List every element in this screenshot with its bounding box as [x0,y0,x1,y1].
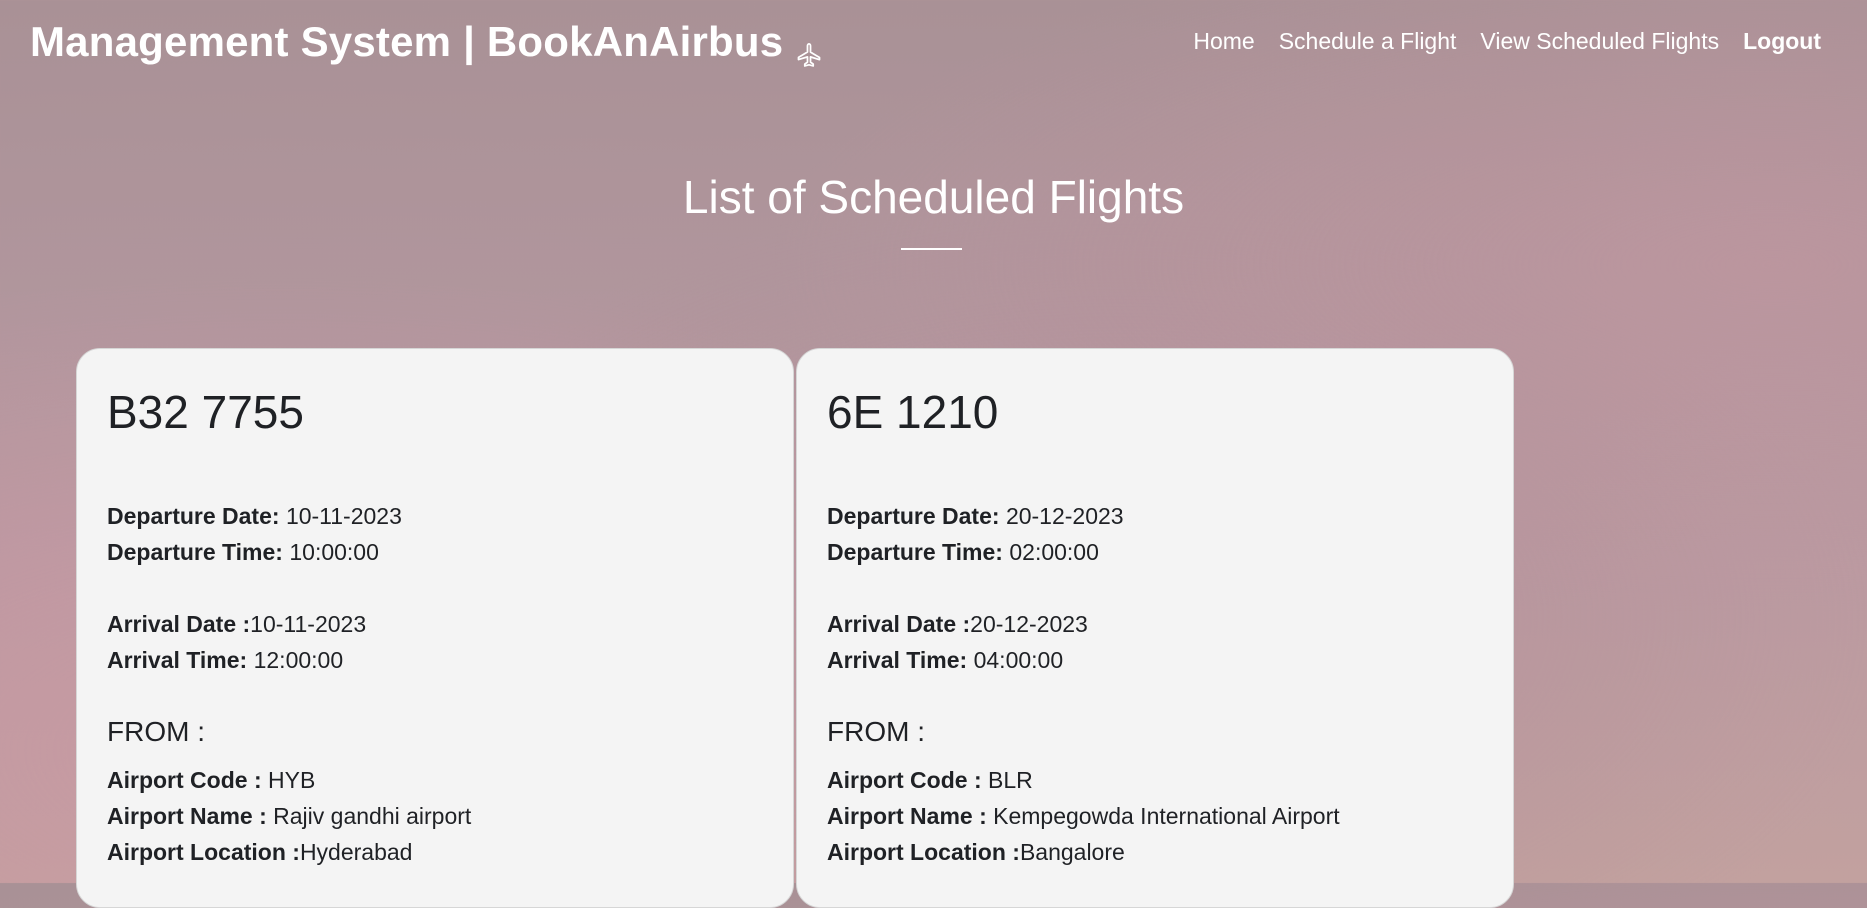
airport-location-label: Airport Location : [827,839,1020,865]
arrival-time-label: Arrival Time: [827,647,968,673]
title-divider [901,248,962,250]
airport-code-label: Airport Code : [827,767,982,793]
arrival-time-row: Arrival Time: 12:00:00 [107,642,763,678]
airport-code-row: Airport Code : BLR [827,762,1483,798]
airport-code-row: Airport Code : HYB [107,762,763,798]
page-title: List of Scheduled Flights [682,171,1185,223]
arrival-time-value: 12:00:00 [253,647,344,673]
navbar: Management System | BookAnAirbus Home Sc… [0,0,1867,92]
from-heading: FROM : [827,716,925,747]
flight-number: B32 7755 [107,386,304,438]
flight-card: B32 7755 Departure Date: 10-11-2023 Depa… [76,348,794,908]
flight-number: 6E 1210 [827,386,999,438]
departure-time-value: 02:00:00 [1009,539,1099,565]
arrival-date-value: 10-11-2023 [250,611,367,637]
airport-location-value: Hyderabad [299,839,413,865]
airport-location-value: Bangalore [1019,839,1125,865]
nav-link-logout[interactable]: Logout [1743,28,1821,55]
departure-time-row: Departure Time: 02:00:00 [827,534,1483,570]
brand[interactable]: Management System | BookAnAirbus [30,18,823,67]
departure-date-value: 20-12-2023 [1005,503,1124,529]
arrival-time-row: Arrival Time: 04:00:00 [827,642,1483,678]
airport-name-row: Airport Name : Rajiv gandhi airport [107,798,763,834]
flight-card: 6E 1210 Departure Date: 20-12-2023 Depar… [796,348,1514,908]
arrival-date-row: Arrival Date :10-11-2023 [107,606,763,642]
airport-code-value: HYB [268,767,316,793]
departure-time-row: Departure Time: 10:00:00 [107,534,763,570]
arrival-date-row: Arrival Date :20-12-2023 [827,606,1483,642]
nav-link-schedule-flight[interactable]: Schedule a Flight [1279,28,1457,55]
departure-date-value: 10-11-2023 [285,503,402,529]
from-heading: FROM : [107,716,205,747]
airport-code-value: BLR [988,767,1033,793]
departure-date-label: Departure Date: [827,503,1000,529]
departure-date-row: Departure Date: 10-11-2023 [107,498,763,534]
airplane-icon [795,31,823,67]
arrival-time-value: 04:00:00 [973,647,1064,673]
departure-date-row: Departure Date: 20-12-2023 [827,498,1483,534]
departure-time-value: 10:00:00 [289,539,379,565]
arrival-date-label: Arrival Date : [827,611,971,637]
airport-name-label: Airport Name : [107,803,267,829]
departure-time-label: Departure Time: [107,539,283,565]
airport-name-row: Airport Name : Kempegowda International … [827,798,1483,834]
brand-title[interactable]: Management System | BookAnAirbus [30,18,783,66]
arrival-date-label: Arrival Date : [107,611,251,637]
nav-link-home[interactable]: Home [1193,28,1254,55]
nav-link-view-scheduled-flights[interactable]: View Scheduled Flights [1480,28,1719,55]
departure-date-label: Departure Date: [107,503,280,529]
airport-code-label: Airport Code : [107,767,262,793]
nav-links: Home Schedule a Flight View Scheduled Fl… [1193,28,1821,55]
arrival-date-value: 20-12-2023 [970,611,1088,637]
airport-location-row: Airport Location :Hyderabad [107,834,763,870]
arrival-time-label: Arrival Time: [107,647,248,673]
airport-location-row: Airport Location :Bangalore [827,834,1483,870]
airport-name-value: Kempegowda International Airport [993,803,1340,829]
airport-name-label: Airport Name : [827,803,987,829]
airport-name-value: Rajiv gandhi airport [273,803,472,829]
departure-time-label: Departure Time: [827,539,1003,565]
airport-location-label: Airport Location : [107,839,300,865]
